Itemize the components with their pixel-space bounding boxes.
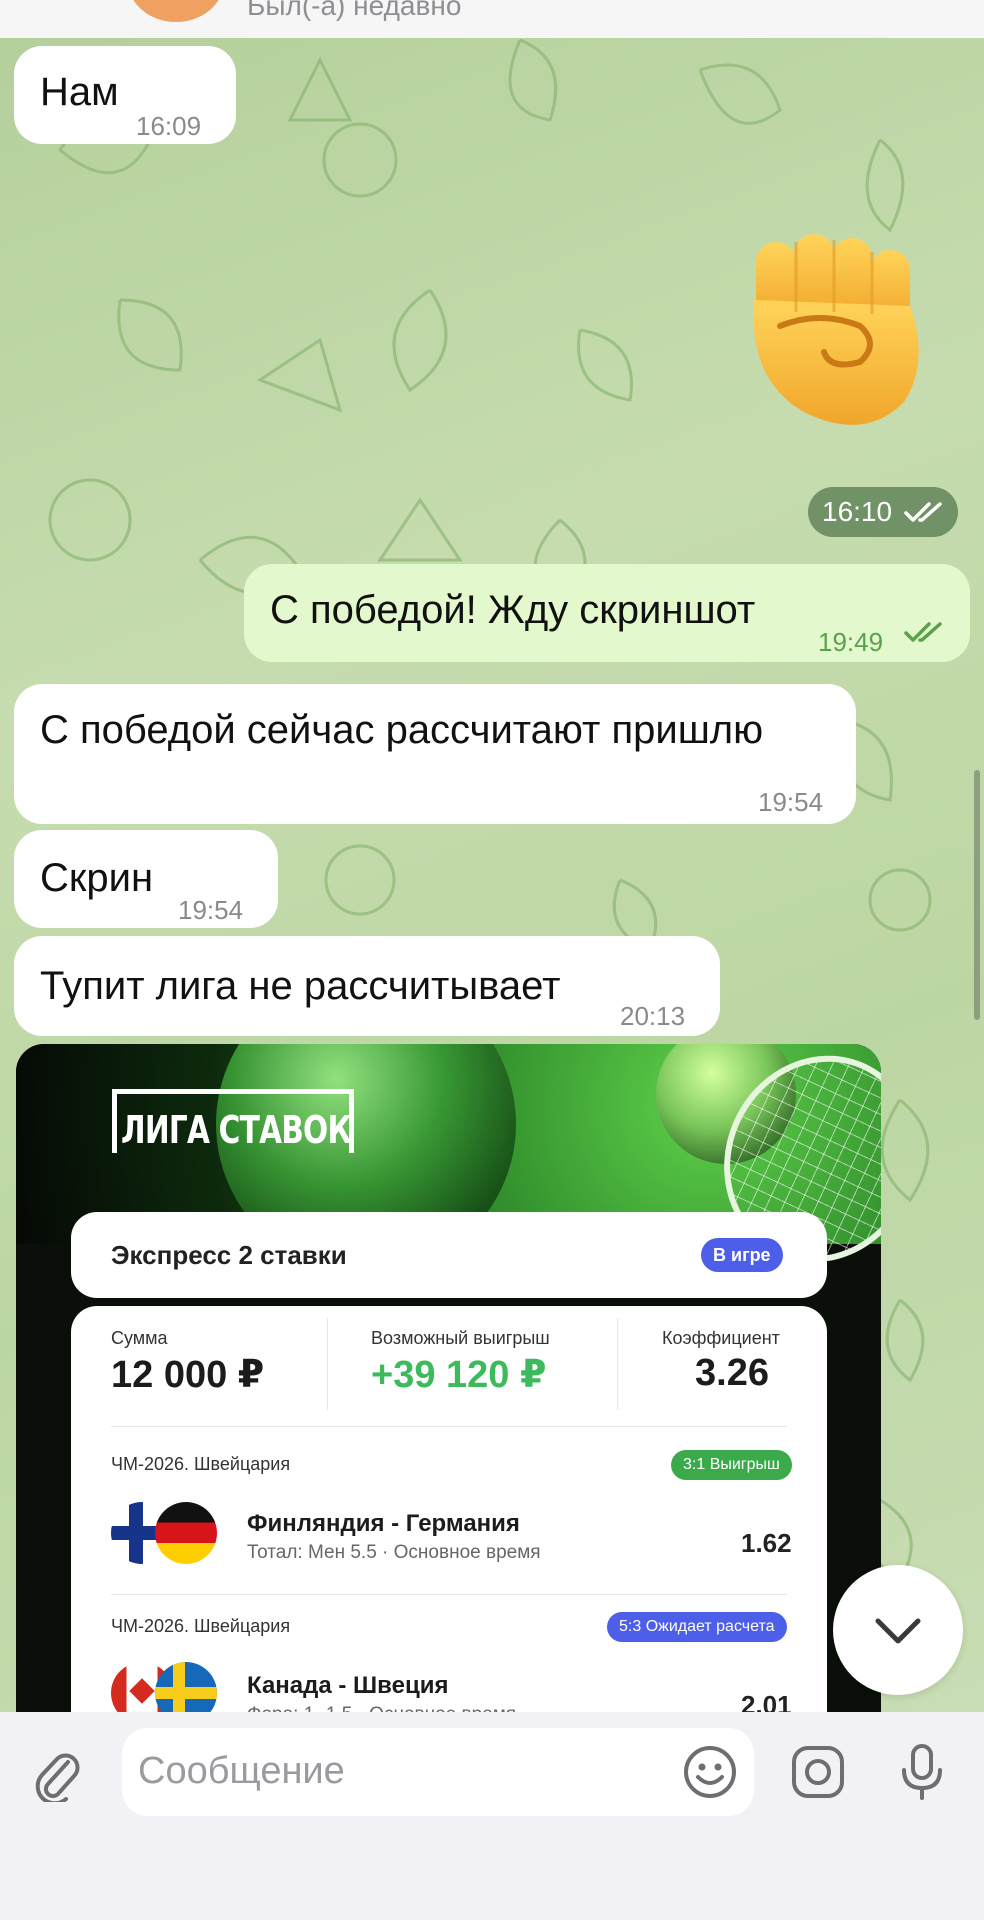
microphone-icon[interactable] (898, 1742, 946, 1802)
double-check-icon (904, 622, 942, 642)
event-bet: Тотал: Мен 5.5 · Основное время (247, 1542, 541, 1563)
win-label: Возможный выигрыш (371, 1328, 550, 1348)
message-text: С победой! Жду скриншот (270, 588, 756, 632)
message-text: Нам (40, 70, 119, 114)
message-placeholder: Сообщение (138, 1750, 345, 1792)
bet-screenshot-image[interactable]: ЛИГА СТАВОК Экспресс 2 ставки В игре Сум… (16, 1044, 881, 1712)
event-coef: 2.01 (741, 1690, 792, 1712)
fist-emoji[interactable] (740, 230, 930, 430)
sweden-flag-icon (155, 1662, 217, 1712)
liga-stavok-logo: ЛИГА СТАВОК (112, 1089, 354, 1153)
message-text: Скрин (40, 856, 154, 900)
sum-value: 12 000 ₽ (111, 1354, 265, 1396)
coef-value: 3.26 (695, 1352, 769, 1394)
event-badge: 5:3 Ожидает расчета (607, 1612, 787, 1642)
bet-details-card: Сумма 12 000 ₽ Возможный выигрыш +39 120… (71, 1306, 827, 1712)
scrollbar[interactable] (974, 770, 980, 1020)
divider (617, 1318, 618, 1410)
emoji-icon[interactable] (682, 1744, 738, 1800)
germany-flag-icon (155, 1502, 217, 1564)
status-badge: В игре (701, 1238, 783, 1272)
message-outgoing[interactable]: С победой! Жду скриншот 19:49 (244, 564, 970, 662)
message-time: 20:13 (620, 1001, 686, 1031)
sum-label: Сумма (111, 1328, 168, 1348)
divider (111, 1426, 787, 1427)
divider (327, 1318, 328, 1410)
message-time: 19:49 (818, 627, 884, 657)
sticker-time: 16:10 (808, 487, 958, 537)
message-text: Тупит лига не рассчитывает (40, 964, 561, 1008)
event-bet: Фора: 1 -1.5 · Основное время (247, 1704, 516, 1712)
event-badge: 3:1 Выигрыш (671, 1450, 792, 1480)
double-check-icon (904, 502, 942, 522)
event-league: ЧМ-2026. Швейцария (111, 1616, 291, 1636)
message-time: 19:54 (758, 787, 824, 817)
sticker-icon[interactable] (790, 1744, 846, 1800)
sticker-time-text: 16:10 (822, 496, 893, 527)
message-input-bar: Сообщение (0, 1712, 984, 1920)
message-incoming[interactable]: Нам 16:09 (14, 46, 236, 144)
bet-header-card: Экспресс 2 ставки В игре (71, 1212, 827, 1298)
message-input[interactable]: Сообщение (122, 1728, 754, 1816)
divider (111, 1594, 787, 1595)
event-league: ЧМ-2026. Швейцария (111, 1454, 291, 1474)
logo-text: ЛИГА СТАВОК (121, 1108, 352, 1152)
message-time: 19:54 (178, 895, 244, 925)
message-incoming[interactable]: Скрин 19:54 (14, 830, 278, 928)
message-incoming[interactable]: Тупит лига не рассчитывает 20:13 (14, 936, 720, 1036)
contact-status: Был(-а) недавно (247, 0, 462, 21)
coef-label: Коэффициент (662, 1328, 780, 1348)
win-value: +39 120 ₽ (371, 1354, 547, 1396)
event-match: Финляндия - Германия (247, 1510, 520, 1537)
scroll-down-button[interactable] (833, 1565, 963, 1695)
message-text: С победой сейчас рассчитают пришлю (40, 708, 764, 752)
message-time: 16:09 (136, 111, 202, 141)
chevron-down-icon (875, 1618, 921, 1644)
chat-header[interactable]: Был(-а) недавно (0, 0, 984, 38)
attach-icon[interactable] (34, 1748, 84, 1802)
event-coef: 1.62 (741, 1528, 792, 1558)
event-match: Канада - Швеция (247, 1672, 449, 1699)
avatar[interactable] (128, 0, 224, 22)
message-incoming[interactable]: С победой сейчас рассчитают пришлю 19:54 (14, 684, 856, 824)
bet-title: Экспресс 2 ставки (111, 1240, 347, 1270)
